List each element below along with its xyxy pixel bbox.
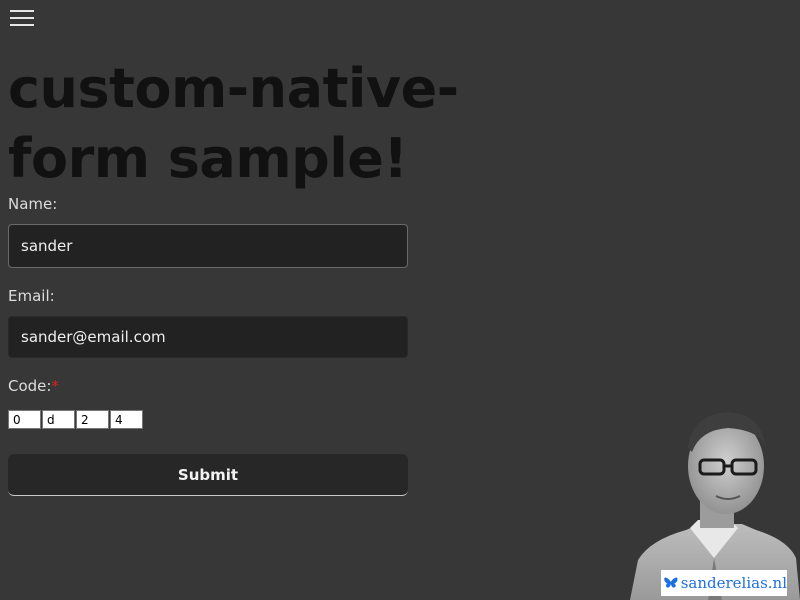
name-label: Name: bbox=[8, 195, 58, 213]
page-title: custom-native-form sample! bbox=[8, 57, 459, 190]
brand-badge[interactable]: sanderelias.nl bbox=[661, 570, 787, 596]
name-input[interactable] bbox=[8, 224, 408, 268]
brand-name: sanderelias.nl bbox=[680, 574, 787, 592]
email-label: Email: bbox=[8, 287, 55, 305]
required-marker: * bbox=[51, 377, 59, 395]
code-digit-4[interactable] bbox=[110, 410, 143, 429]
butterfly-icon bbox=[664, 577, 678, 588]
code-input-group bbox=[8, 410, 143, 429]
hamburger-line bbox=[10, 10, 34, 12]
submit-button[interactable]: Submit bbox=[8, 454, 408, 496]
page: custom-native-form sample! Name: Email: … bbox=[0, 0, 800, 600]
hamburger-menu-icon[interactable] bbox=[10, 10, 34, 27]
code-digit-2[interactable] bbox=[42, 410, 75, 429]
hamburger-line bbox=[10, 24, 34, 26]
code-digit-3[interactable] bbox=[76, 410, 109, 429]
hamburger-line bbox=[10, 17, 34, 19]
code-label-wrapper: Code:* bbox=[8, 377, 59, 395]
code-digit-1[interactable] bbox=[8, 410, 41, 429]
code-label: Code: bbox=[8, 377, 52, 395]
email-input[interactable] bbox=[8, 316, 408, 358]
